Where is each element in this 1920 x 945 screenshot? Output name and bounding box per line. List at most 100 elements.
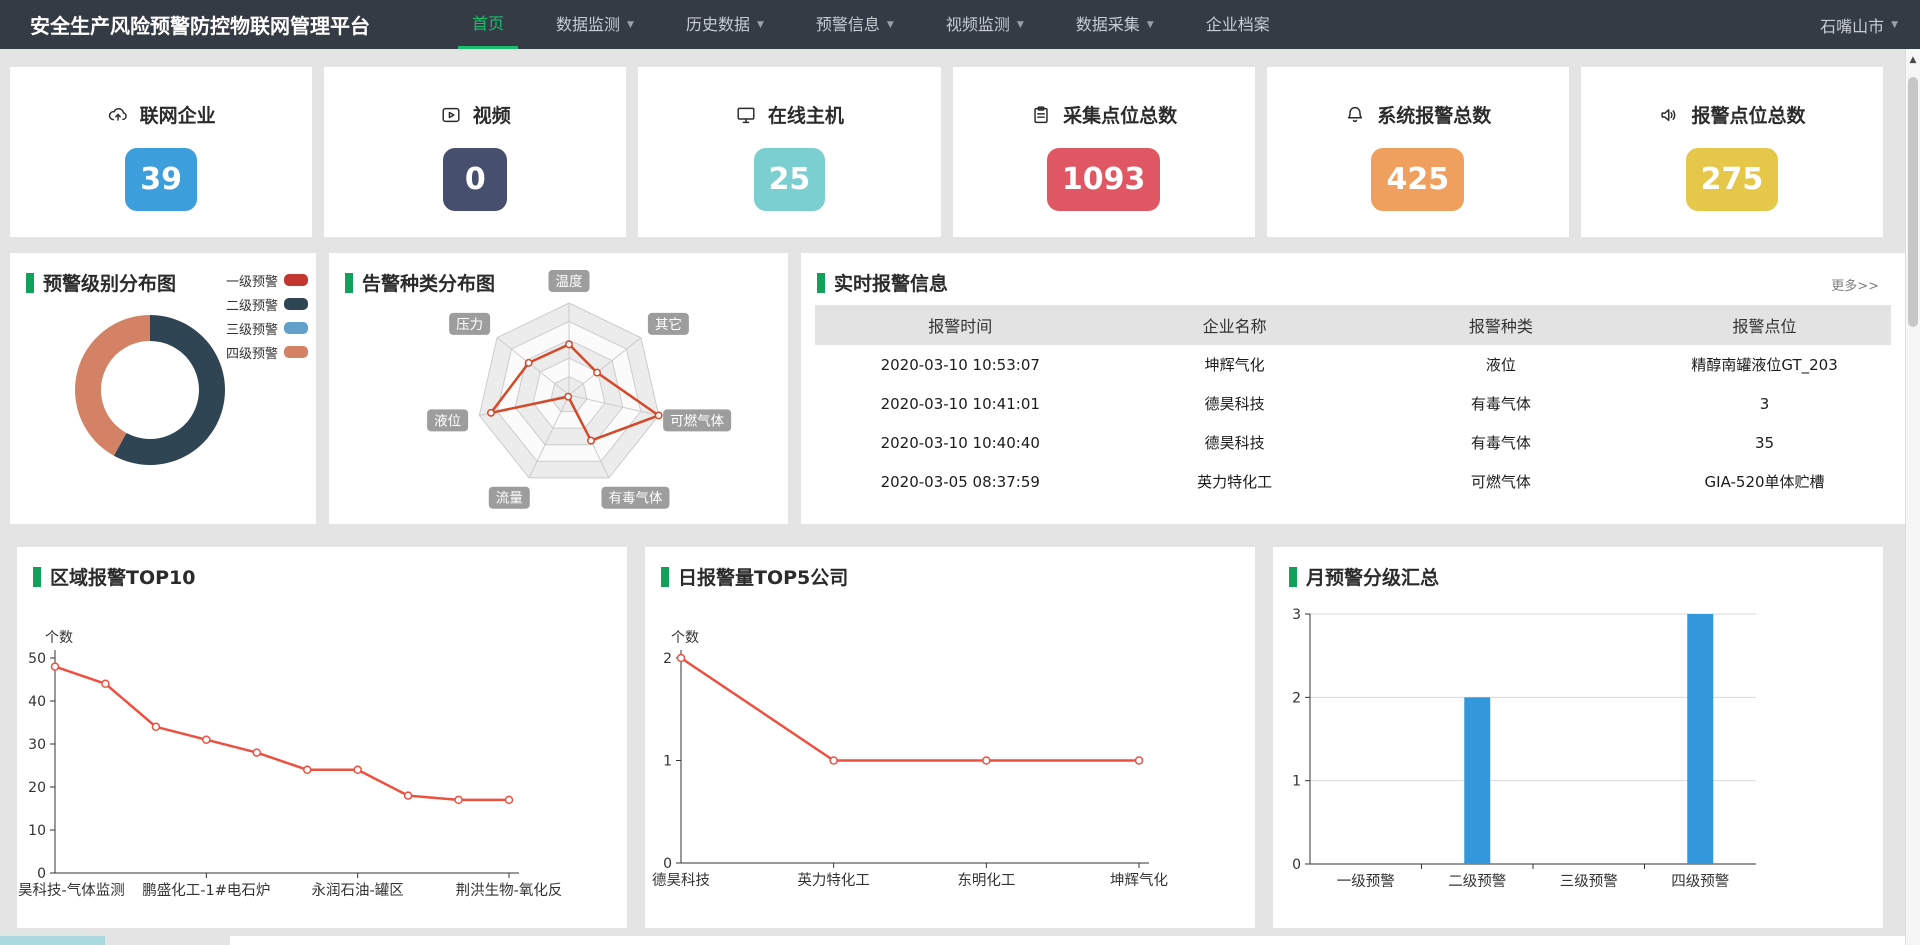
svg-text:东明化工: 东明化工: [957, 872, 1015, 889]
table-row[interactable]: 2020-03-10 10:41:01德昊科技有毒气体3: [815, 384, 1891, 423]
stat-card-1: 视频 0: [324, 67, 626, 237]
legend-item-二级预警[interactable]: 二级预警: [226, 292, 308, 316]
donut-legend: 一级预警二级预警三级预警四级预警: [226, 268, 308, 364]
nav-item-2[interactable]: 历史数据▼: [672, 0, 778, 49]
svg-text:2: 2: [663, 651, 672, 667]
stat-value-badge: 0: [443, 148, 507, 211]
legend-color-marker: [284, 298, 308, 310]
table-row[interactable]: 2020-03-05 08:37:59英力特化工可燃气体GIA-520单体贮槽: [815, 462, 1891, 501]
legend-item-三级预警[interactable]: 三级预警: [226, 316, 308, 340]
speaker-icon: [1658, 104, 1680, 126]
stat-value-badge: 425: [1371, 148, 1464, 211]
legend-item-一级预警[interactable]: 一级预警: [226, 268, 308, 292]
table-cell: 精醇南罐液位GT_203: [1638, 354, 1891, 375]
chevron-down-icon: ▼: [1147, 2, 1154, 48]
nav-item-label: 企业档案: [1206, 2, 1270, 48]
scrollbar-track[interactable]: ▲: [1905, 49, 1920, 945]
svg-text:二级预警: 二级预警: [1448, 873, 1506, 890]
svg-text:个数: 个数: [671, 630, 699, 646]
stat-value-badge: 1093: [1047, 148, 1161, 211]
table-header-cell: 报警时间: [815, 313, 1106, 337]
clipboard-icon: [1030, 104, 1052, 126]
card-title-text: 实时报警信息: [834, 269, 948, 296]
card-title-text: 月预警分级汇总: [1306, 563, 1439, 590]
stat-card-header: 联网企业: [107, 101, 216, 128]
svg-text:坤辉气化: 坤辉气化: [1110, 872, 1168, 889]
nav-item-1[interactable]: 数据监测▼: [542, 0, 648, 49]
app-title: 安全生产风险预警防控物联网管理平台: [30, 10, 370, 39]
card-title-text: 预警级别分布图: [43, 269, 176, 296]
svg-text:一级预警: 一级预警: [1337, 873, 1395, 890]
partial-footer-card: [230, 936, 1905, 945]
svg-text:英力特化工: 英力特化工: [797, 871, 870, 889]
svg-text:流量: 流量: [496, 491, 523, 507]
svg-text:0: 0: [663, 856, 672, 872]
alarm-type-distribution-card: 告警种类分布图 温度其它可燃气体有毒气体流量液位压力: [329, 253, 788, 524]
legend-label: 三级预警: [226, 319, 278, 338]
nav-item-label: 预警信息: [816, 2, 880, 48]
stat-card-4: 系统报警总数 425: [1267, 67, 1569, 237]
nav-item-5[interactable]: 数据采集▼: [1062, 0, 1168, 49]
table-row[interactable]: 2020-03-10 10:40:40德昊科技有毒气体35: [815, 423, 1891, 462]
nav-item-home[interactable]: 首页: [458, 0, 518, 49]
legend-item-四级预警[interactable]: 四级预警: [226, 340, 308, 364]
svg-text:2: 2: [1292, 690, 1301, 706]
stat-card-header: 系统报警总数: [1344, 101, 1491, 128]
stat-label: 在线主机: [768, 101, 844, 128]
nav-item-label: 数据监测: [556, 2, 620, 48]
nav-item-label: 首页: [472, 0, 504, 48]
svg-text:40: 40: [28, 694, 46, 710]
nav-item-6[interactable]: 企业档案: [1192, 0, 1284, 49]
svg-text:0: 0: [1292, 857, 1301, 873]
table-cell: 有毒气体: [1364, 393, 1638, 414]
title-marker: [26, 273, 34, 293]
table-cell: 有毒气体: [1364, 432, 1638, 453]
monthly-warning-summary-card: 月预警分级汇总 0123一级预警二级预警三级预警四级预警: [1273, 547, 1883, 928]
video-icon: [440, 104, 462, 126]
table-cell: 2020-03-05 08:37:59: [815, 473, 1106, 491]
stat-card-2: 在线主机 25: [638, 67, 940, 237]
stat-value-badge: 275: [1686, 148, 1779, 211]
svg-text:可燃气体: 可燃气体: [670, 412, 724, 429]
svg-text:四级预警: 四级预警: [1671, 873, 1729, 890]
stat-label: 联网企业: [140, 101, 216, 128]
monthly-warning-bar-chart: 0123一级预警二级预警三级预警四级预警: [1273, 547, 1883, 928]
table-cell: 坤辉气化: [1106, 354, 1364, 375]
card-title: 区域报警TOP10: [33, 563, 195, 590]
radar-axis-label-可燃气体: 可燃气体: [663, 409, 731, 431]
chevron-down-icon: ▼: [887, 2, 894, 48]
nav-item-label: 历史数据: [686, 2, 750, 48]
stat-label: 采集点位总数: [1063, 101, 1177, 128]
svg-text:液位: 液位: [434, 413, 461, 429]
stat-label: 视频: [473, 101, 511, 128]
table-cell: 德昊科技: [1106, 432, 1364, 453]
stat-card-header: 视频: [440, 101, 511, 128]
svg-text:50: 50: [28, 651, 46, 667]
bottom-row: 区域报警TOP10 01020304050个数昊科技-气体监测鹏盛化工-1#电石…: [17, 547, 1883, 928]
title-marker: [817, 273, 825, 293]
more-link[interactable]: 更多>>: [1831, 275, 1879, 294]
chevron-down-icon: ▼: [627, 2, 634, 48]
nav-item-4[interactable]: 视频监测▼: [932, 0, 1038, 49]
svg-text:个数: 个数: [45, 630, 73, 646]
stat-value-badge: 25: [754, 148, 826, 211]
radar-axis-label-流量: 流量: [489, 487, 530, 509]
table-cell: 2020-03-10 10:53:07: [815, 356, 1106, 374]
radar-axis-label-液位: 液位: [427, 409, 468, 431]
stat-label: 报警点位总数: [1691, 101, 1805, 128]
stat-value-badge: 39: [125, 148, 197, 211]
table-row[interactable]: 2020-03-10 10:53:07坤辉气化液位精醇南罐液位GT_203: [815, 345, 1891, 384]
svg-text:其它: 其它: [655, 316, 682, 333]
region-selector[interactable]: 石嘴山市 ▼: [1820, 0, 1898, 49]
scroll-up-arrow-icon[interactable]: ▲: [1906, 55, 1920, 65]
svg-text:20: 20: [28, 780, 46, 796]
nav-item-label: 数据采集: [1076, 2, 1140, 48]
scrollbar-thumb[interactable]: [1908, 77, 1918, 327]
middle-row: 预警级别分布图 一级预警二级预警三级预警四级预警 告警种类分布图 温度其它可燃气…: [10, 253, 1905, 524]
region-alarm-line-chart: 01020304050个数昊科技-气体监测鹏盛化工-1#电石炉永润石油-罐区荆洪…: [17, 547, 627, 928]
svg-text:30: 30: [28, 737, 46, 753]
title-marker: [1289, 567, 1297, 587]
nav-menu: 首页数据监测▼历史数据▼预警信息▼视频监测▼数据采集▼企业档案: [458, 0, 1308, 49]
table-cell: 2020-03-10 10:40:40: [815, 434, 1106, 452]
nav-item-3[interactable]: 预警信息▼: [802, 0, 908, 49]
